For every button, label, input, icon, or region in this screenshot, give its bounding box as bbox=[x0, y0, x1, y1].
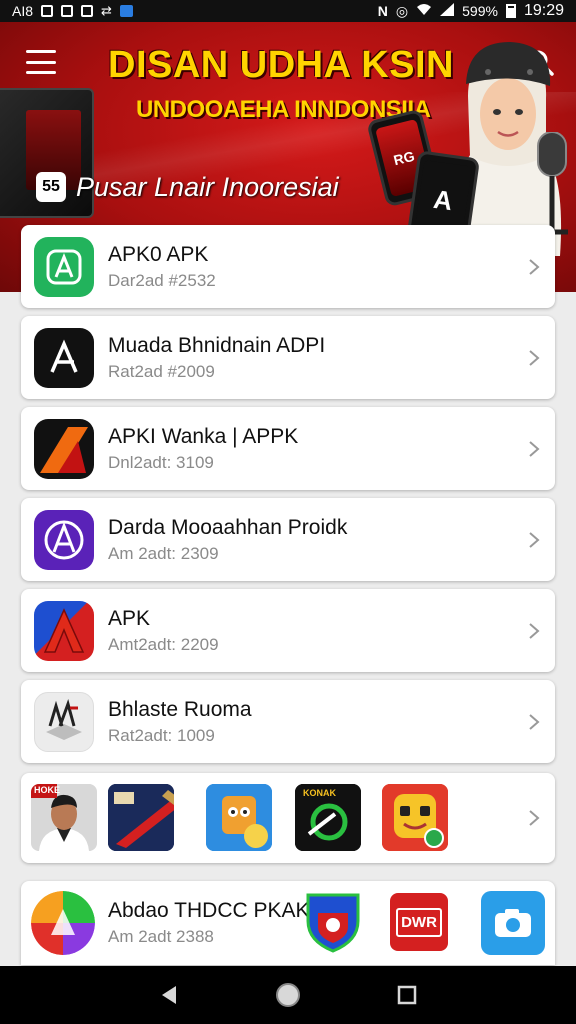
navigation-bar bbox=[0, 966, 576, 1024]
menu-button[interactable] bbox=[26, 50, 56, 74]
list-item-app-5[interactable]: APK Amt2adt: 2209 bbox=[21, 589, 555, 672]
link-icon: ⇄ bbox=[101, 3, 112, 18]
box-icon bbox=[81, 5, 94, 17]
shield-icon[interactable] bbox=[304, 891, 362, 953]
home-icon bbox=[275, 983, 300, 1007]
app-title: APK0 APK bbox=[108, 243, 209, 266]
app-title: Bhlaste Ruoma bbox=[108, 698, 252, 721]
wifi-icon bbox=[416, 3, 432, 19]
app-subtitle: Am 2adt: 2309 bbox=[108, 544, 219, 563]
chevron-right-icon bbox=[529, 350, 540, 366]
recents-icon bbox=[397, 985, 416, 1005]
menu-icon-bar bbox=[26, 60, 56, 64]
list-item-app-1[interactable]: APK0 APK Dar2ad #2532 bbox=[21, 225, 555, 308]
back-button[interactable] bbox=[154, 980, 184, 1010]
camera-icon[interactable] bbox=[481, 891, 545, 955]
red-blue-app-icon bbox=[34, 601, 94, 661]
green-app-icon bbox=[34, 237, 94, 297]
thumbnail-badge: HOKE bbox=[34, 785, 61, 795]
list-item-app-2[interactable]: Muada Bhnidnain ADPI Rat2ad #2009 bbox=[21, 316, 555, 399]
hero-title: DISAN UDHA KSIN bbox=[108, 44, 454, 86]
purple-app-icon bbox=[34, 510, 94, 570]
emoji-face-thumbnail[interactable] bbox=[382, 784, 448, 851]
grey-app-icon bbox=[34, 692, 94, 752]
chevron-right-icon bbox=[529, 532, 540, 548]
orange-app-icon bbox=[34, 419, 94, 479]
vibrate-icon: ◎ bbox=[395, 2, 409, 19]
status-bar: AI8 ⇄ N ◎ 599% 19:29 bbox=[0, 0, 576, 22]
home-button[interactable] bbox=[273, 980, 303, 1010]
chevron-right-icon bbox=[529, 714, 540, 730]
app-subtitle: Rat2ad #2009 bbox=[108, 362, 215, 381]
list-item-app-4[interactable]: Darda Mooaahhan Proidk Am 2adt: 2309 bbox=[21, 498, 555, 581]
cartoon-thumbnail[interactable] bbox=[206, 784, 272, 851]
chevron-right-icon bbox=[529, 623, 540, 639]
rainbow-app-icon bbox=[31, 891, 95, 955]
recents-button[interactable] bbox=[392, 980, 422, 1010]
chevron-right-icon bbox=[529, 441, 540, 457]
app-subtitle: Rat2adt: 1009 bbox=[108, 726, 215, 745]
status-right: N ◎ 599% 19:29 bbox=[378, 2, 564, 20]
battery-percent: 599% bbox=[462, 3, 498, 19]
app-subtitle: Dnl2adt: 3109 bbox=[108, 453, 214, 472]
app-icon bbox=[119, 5, 133, 17]
black-app-icon bbox=[34, 328, 94, 388]
clock: 19:29 bbox=[523, 2, 564, 19]
tagline-badge-icon: 55 bbox=[36, 172, 66, 202]
signal-icon bbox=[440, 3, 455, 19]
swoosh-thumbnail[interactable]: KONAK bbox=[295, 784, 361, 851]
featured-thumbnail-row[interactable]: HOKE KONAK bbox=[21, 773, 555, 863]
hero-tagline: Pusar Lnair Inooresiai bbox=[76, 172, 339, 202]
person-thumbnail[interactable]: HOKE bbox=[31, 784, 97, 851]
menu-icon-bar bbox=[26, 71, 56, 74]
chevron-right-icon bbox=[529, 810, 540, 826]
list-item-app-3[interactable]: APKI Wanka | APPK Dnl2adt: 3109 bbox=[21, 407, 555, 490]
red-logo-label: DWR bbox=[396, 907, 442, 937]
app-title: APKI Wanka | APPK bbox=[108, 425, 299, 448]
list-item-app-6[interactable]: Bhlaste Ruoma Rat2adt: 1009 bbox=[21, 680, 555, 763]
app-title: Muada Bhnidnain ADPI bbox=[108, 334, 326, 357]
app-title: Abdao THDCC PKAK bbox=[108, 899, 310, 922]
app-subtitle: Amt2adt: 2209 bbox=[108, 635, 219, 654]
list-item-app-7[interactable]: Abdao THDCC PKAK Am 2adt 2388 DWR bbox=[21, 881, 555, 965]
thumbnail-badge: KONAK bbox=[303, 788, 336, 798]
app-title: Darda Mooaahhan Proidk bbox=[108, 516, 348, 539]
status-left: AI8 ⇄ bbox=[12, 3, 133, 19]
back-icon bbox=[162, 986, 177, 1004]
status-label: AI8 bbox=[12, 3, 34, 19]
red-logo-icon[interactable]: DWR bbox=[390, 893, 448, 951]
app-subtitle: Dar2ad #2532 bbox=[108, 271, 216, 290]
nfc-icon: N bbox=[377, 3, 388, 19]
chevron-right-icon bbox=[529, 259, 540, 275]
app-title: APK bbox=[108, 607, 151, 630]
app-subtitle: Am 2adt 2388 bbox=[108, 927, 214, 946]
battery-icon bbox=[505, 4, 516, 18]
box-icon bbox=[61, 5, 74, 17]
box-icon bbox=[41, 5, 54, 17]
knife-thumbnail[interactable] bbox=[108, 784, 174, 851]
menu-icon-bar bbox=[26, 50, 56, 53]
